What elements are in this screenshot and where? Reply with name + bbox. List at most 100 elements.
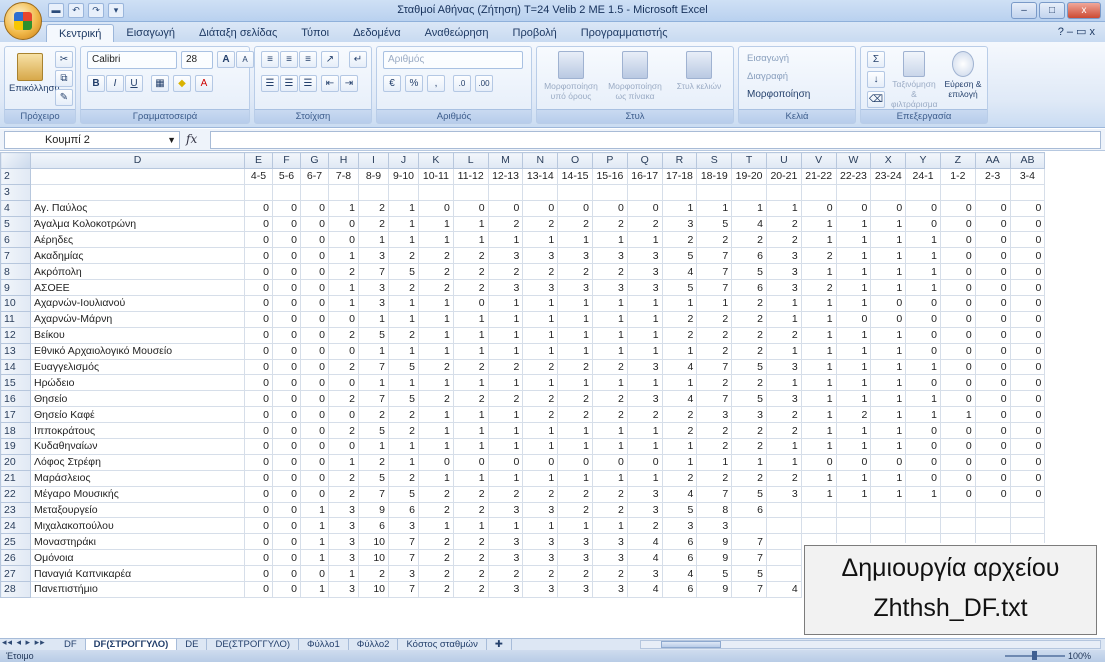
cell[interactable]: 3	[626, 565, 663, 583]
cell[interactable]: 1	[418, 342, 454, 360]
cell[interactable]: 1	[358, 231, 389, 249]
column-header[interactable]: AA	[974, 152, 1011, 169]
cell[interactable]	[522, 183, 559, 201]
cell[interactable]: 3	[328, 517, 359, 535]
cell[interactable]: 0	[939, 342, 976, 360]
tab-data[interactable]: Δεδομένα	[341, 24, 413, 42]
cell[interactable]: 1	[591, 422, 628, 440]
cell[interactable]: 5	[661, 501, 698, 519]
cell[interactable]: 1	[522, 374, 559, 392]
cell[interactable]: 2	[731, 469, 767, 487]
cell[interactable]: 2	[358, 199, 389, 217]
name-box[interactable]: Κουμπί 2 ▼	[4, 131, 180, 149]
cell[interactable]: 1	[870, 342, 907, 360]
cell[interactable]: Αέρηδες	[30, 231, 245, 249]
cell[interactable]: 0	[244, 263, 273, 281]
cell[interactable]: 1	[487, 406, 524, 424]
cell[interactable]: 0	[974, 485, 1011, 503]
cell[interactable]: 0	[244, 533, 273, 551]
row-header[interactable]: 21	[0, 469, 31, 487]
cell[interactable]: 1	[522, 295, 559, 312]
cell[interactable]: 1	[388, 438, 419, 455]
cell[interactable]: 2	[557, 485, 593, 503]
cell[interactable]: 1	[591, 231, 628, 249]
cell[interactable]: 1	[870, 215, 907, 233]
cell[interactable]: 1	[870, 438, 907, 455]
cell[interactable]: 15-16	[591, 167, 628, 185]
cell[interactable]: 1	[870, 231, 907, 249]
italic-button[interactable]: I	[106, 75, 124, 92]
cell[interactable]: 1	[388, 453, 419, 471]
cell[interactable]	[939, 501, 976, 519]
cell[interactable]: 5	[731, 565, 767, 583]
cell[interactable]: 1	[328, 247, 359, 265]
cell[interactable]: 0	[300, 358, 329, 376]
cell[interactable]: 1	[591, 469, 628, 487]
cell[interactable]: 0	[244, 549, 273, 567]
row-header[interactable]: 18	[0, 422, 31, 440]
cell[interactable]: 5	[358, 469, 389, 487]
cell[interactable]: 1	[300, 517, 329, 535]
cell[interactable]: 0	[905, 199, 941, 217]
cell[interactable]: 4	[661, 565, 698, 583]
cell[interactable]: 3	[765, 263, 802, 281]
copy-icon[interactable]: ⧉	[55, 70, 73, 87]
cell[interactable]: 5	[731, 358, 767, 376]
cell[interactable]: 2	[487, 390, 524, 408]
cell[interactable]: 0	[244, 517, 273, 535]
cell[interactable]: 0	[328, 438, 359, 455]
cell[interactable]: 0	[487, 453, 524, 471]
cell[interactable]: 2	[328, 326, 359, 344]
cell[interactable]: 3	[557, 533, 593, 551]
cell[interactable]: 2	[557, 565, 593, 583]
cell[interactable]: 1	[452, 374, 489, 392]
cell[interactable]: 1	[626, 469, 663, 487]
tab-home[interactable]: Κεντρική	[46, 24, 115, 42]
cell[interactable]: 0	[300, 247, 329, 265]
cell[interactable]: 1	[800, 485, 837, 503]
cell[interactable]: 2	[765, 231, 802, 249]
cell[interactable]: 1	[661, 342, 698, 360]
cell[interactable]	[870, 517, 907, 535]
cell[interactable]: 0	[272, 374, 301, 392]
cell[interactable]: 2	[388, 406, 419, 424]
close-button[interactable]: x	[1067, 2, 1101, 19]
cell[interactable]: 1	[835, 485, 872, 503]
cell[interactable]: 1	[765, 374, 802, 392]
cell[interactable]: 3	[765, 247, 802, 265]
cell[interactable]: 1	[870, 279, 907, 297]
cell[interactable]: 0	[870, 310, 907, 328]
cell[interactable]: 1	[591, 326, 628, 344]
cell[interactable]: 1	[905, 247, 941, 265]
cell[interactable]: Μοναστηράκι	[30, 533, 245, 551]
cell[interactable]: 0	[244, 279, 273, 297]
cell[interactable]: 0	[328, 310, 359, 328]
cell[interactable]: 0	[300, 565, 329, 583]
cell[interactable]: 1	[388, 374, 419, 392]
cell[interactable]: 3	[557, 279, 593, 297]
column-header[interactable]: O	[557, 152, 593, 169]
row-header[interactable]: 14	[0, 358, 31, 376]
cell[interactable]: 1	[487, 295, 524, 312]
cell[interactable]: 0	[328, 231, 359, 249]
zoom-slider-knob[interactable]	[1032, 651, 1037, 660]
cell[interactable]: 2	[358, 406, 389, 424]
cell[interactable]	[300, 183, 329, 201]
row-header[interactable]: 9	[0, 279, 31, 297]
cell[interactable]: 2	[731, 374, 767, 392]
cell[interactable]: 7-8	[328, 167, 359, 185]
cell[interactable]: 1	[800, 310, 837, 328]
cell[interactable]: 1	[452, 438, 489, 455]
cell[interactable]: 3	[591, 581, 628, 598]
currency-icon[interactable]: €	[383, 75, 401, 92]
cell[interactable]: 2	[418, 565, 454, 583]
cell[interactable]: 4	[626, 533, 663, 551]
cell[interactable]: 1-2	[939, 167, 976, 185]
cell[interactable]	[870, 183, 907, 201]
cell[interactable]: 7	[731, 549, 767, 567]
cell[interactable]: 18-19	[696, 167, 733, 185]
cell[interactable]: 0	[300, 263, 329, 281]
cell[interactable]: 0	[1009, 326, 1046, 344]
cell[interactable]: 0	[939, 326, 976, 344]
cell[interactable]: 0	[300, 453, 329, 471]
